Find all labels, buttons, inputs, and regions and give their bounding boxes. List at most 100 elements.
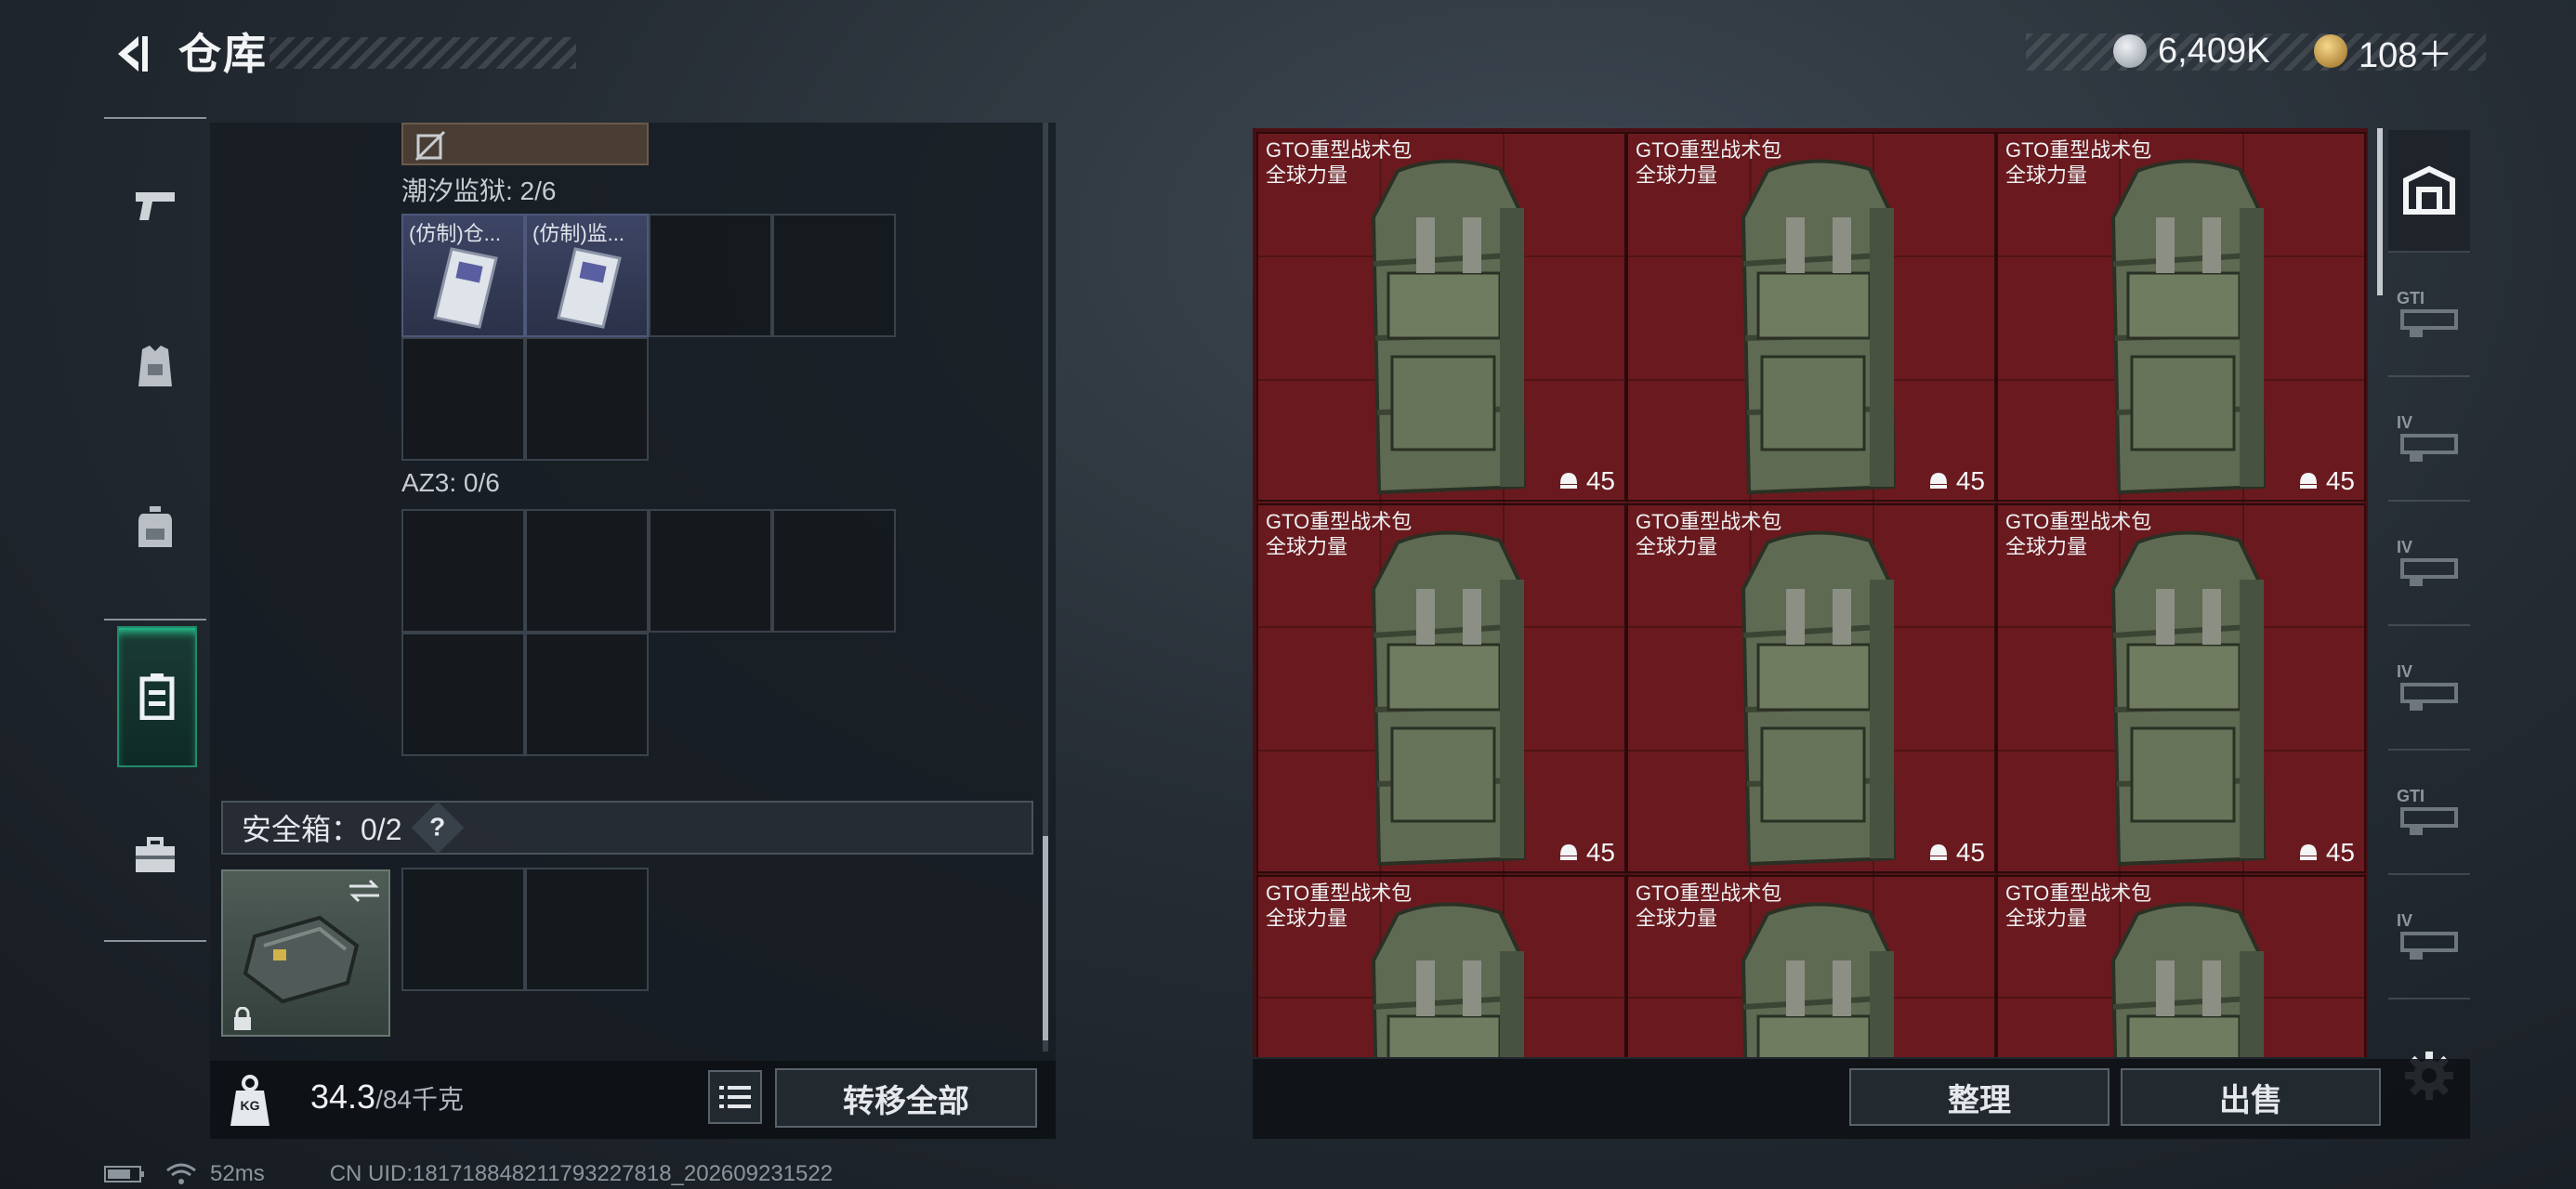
rifle-case-icon xyxy=(2400,434,2458,462)
nav-weapons[interactable] xyxy=(117,154,193,256)
transfer-all-button[interactable]: 转移全部 xyxy=(775,1068,1037,1128)
warehouse-icon xyxy=(2403,165,2455,215)
backpack-icon xyxy=(1371,530,1527,867)
empty-slot[interactable] xyxy=(525,337,649,461)
safe-box-label: 安全箱：0/2 xyxy=(242,813,402,846)
weight-readout: 34.3/84千克 xyxy=(310,1078,464,1117)
category-sidebar xyxy=(104,117,206,944)
nav-vest[interactable] xyxy=(117,316,193,418)
uid-readout: CN UID:181718848211793227818_20260923152… xyxy=(329,1161,834,1186)
storage-tabs: GTI IV IV IV GTI IV xyxy=(2388,130,2470,1022)
partial-item-row[interactable] xyxy=(401,123,649,165)
empty-slot[interactable] xyxy=(525,868,649,991)
ping-readout: 52ms xyxy=(210,1161,265,1186)
battery-icon xyxy=(104,1166,144,1182)
toolbox-icon xyxy=(136,837,175,872)
storage-tab[interactable]: IV xyxy=(2388,628,2470,751)
empty-slot[interactable] xyxy=(649,214,772,337)
storage-item[interactable]: GTO重型战术包 全球力量45 xyxy=(1256,132,1626,502)
weight-icon-label: KG xyxy=(240,1098,260,1113)
storage-scrollbar[interactable] xyxy=(2377,128,2383,295)
storage-item-name: GTO重型战术包 全球力量 xyxy=(1636,138,1782,187)
backpack-icon xyxy=(138,506,172,547)
empty-slot[interactable] xyxy=(649,509,772,633)
case-icon xyxy=(2400,932,2458,960)
help-icon: ? xyxy=(428,812,446,842)
storage-item-capacity: 45 xyxy=(1558,838,1615,868)
helmet-icon xyxy=(2299,844,2317,860)
empty-slot[interactable] xyxy=(401,509,525,633)
storage-tab[interactable]: IV xyxy=(2388,877,2470,1000)
safe-box-header: 安全箱：0/2 ? xyxy=(221,801,1033,855)
storage-tab[interactable]: GTI xyxy=(2388,255,2470,377)
helmet-icon xyxy=(1559,844,1577,860)
helmet-icon xyxy=(1559,473,1577,489)
storage-tab[interactable]: IV xyxy=(2388,503,2470,626)
help-button[interactable]: ? xyxy=(411,801,464,855)
pistol-icon xyxy=(136,192,175,220)
item-slot[interactable]: (仿制)监... xyxy=(525,214,649,337)
storage-item-name: GTO重型战术包 全球力量 xyxy=(1266,882,1413,930)
weight-icon: KG xyxy=(229,1074,271,1128)
gold-coin-icon xyxy=(2314,34,2347,68)
storage-item[interactable]: GTO重型战术包 全球力量45 xyxy=(1996,132,2366,502)
status-bar: 52ms CN UID:181718848211793227818_202609… xyxy=(104,1159,833,1189)
back-button[interactable] xyxy=(104,26,160,82)
sell-button[interactable]: 出售 xyxy=(2121,1068,2381,1126)
storage-item[interactable]: GTO重型战术包 全球力量 45 xyxy=(1626,132,1996,502)
storage-item[interactable]: GTO重型战术包 全球力量45 xyxy=(1626,875,1996,1057)
empty-slot[interactable] xyxy=(525,633,649,756)
nav-toolbox[interactable] xyxy=(117,804,193,907)
lock-icon xyxy=(234,1007,251,1030)
storage-item[interactable]: GTO重型战术包 全球力量45 xyxy=(1626,503,1996,873)
empty-slot[interactable] xyxy=(772,214,896,337)
item-slot[interactable]: (仿制)仓... xyxy=(401,214,525,337)
storage-item-name: GTO重型战术包 全球力量 xyxy=(1636,882,1782,930)
nav-pouch[interactable] xyxy=(117,626,197,767)
nav-backpack[interactable] xyxy=(117,476,193,578)
gold-currency[interactable]: 108＋ xyxy=(2314,24,2452,78)
storage-tab[interactable]: GTI xyxy=(2388,752,2470,875)
helmet-icon xyxy=(1929,473,1947,489)
clipboard-icon xyxy=(139,673,175,720)
capacity-value: 45 xyxy=(1955,466,1985,495)
backpack-icon xyxy=(1741,530,1897,867)
silver-currency[interactable]: 6,409K xyxy=(2113,24,2269,78)
silver-amount: 6,409K xyxy=(2158,31,2270,71)
page-title: 仓库 xyxy=(178,30,268,78)
keycard-icon xyxy=(557,247,622,329)
storage-item-name: GTO重型战术包 全球力量 xyxy=(2005,882,2152,930)
safe-box-item[interactable] xyxy=(221,869,390,1037)
vest-icon xyxy=(138,346,172,386)
storage-item[interactable]: GTO重型战术包 全球力量 45 xyxy=(1256,503,1626,873)
storage-item-capacity: 45 xyxy=(2298,466,2355,496)
storage-item-name: GTO重型战术包 全球力量 xyxy=(1266,510,1413,558)
capacity-value: 45 xyxy=(1955,838,1985,867)
container-label: AZ3: 0/6 xyxy=(401,468,500,497)
empty-slot[interactable] xyxy=(772,509,896,633)
empty-slot[interactable] xyxy=(401,633,525,756)
storage-item-name: GTO重型战术包 全球力量 xyxy=(1266,138,1413,187)
storage-grid: GTO重型战术包 全球力量 45 GTO重型战术包 全球力量 45 GTO重型战术包 全… xyxy=(1253,128,2368,1057)
storage-tab[interactable]: IV xyxy=(2388,379,2470,502)
current-weight: 34.3 xyxy=(310,1078,376,1116)
sort-button[interactable]: 整理 xyxy=(1849,1068,2109,1126)
empty-slot[interactable] xyxy=(401,337,525,461)
left-scrollbar-thumb[interactable] xyxy=(1043,836,1048,1040)
storage-item[interactable]: GTO重型战术包 全球力量45 xyxy=(1996,503,2366,873)
list-view-button[interactable] xyxy=(708,1070,762,1124)
backpack-icon xyxy=(2110,159,2267,495)
empty-slot[interactable] xyxy=(525,509,649,633)
swap-icon xyxy=(349,879,379,903)
storage-item-capacity: 45 xyxy=(1928,466,1985,496)
storage-item[interactable]: GTO重型战术包 全球力量45 xyxy=(1996,875,2366,1057)
helmet-icon xyxy=(2299,473,2317,489)
case-icon xyxy=(2400,807,2458,835)
empty-slot[interactable] xyxy=(401,868,525,991)
capacity-value: 45 xyxy=(2325,466,2355,495)
storage-tab[interactable] xyxy=(2388,130,2470,253)
container-label: 潮汐监狱: 2/6 xyxy=(401,176,557,205)
backpack-icon xyxy=(2110,530,2267,867)
gold-amount: 108＋ xyxy=(2359,35,2453,75)
storage-item[interactable]: GTO重型战术包 全球力量45 xyxy=(1256,875,1626,1057)
